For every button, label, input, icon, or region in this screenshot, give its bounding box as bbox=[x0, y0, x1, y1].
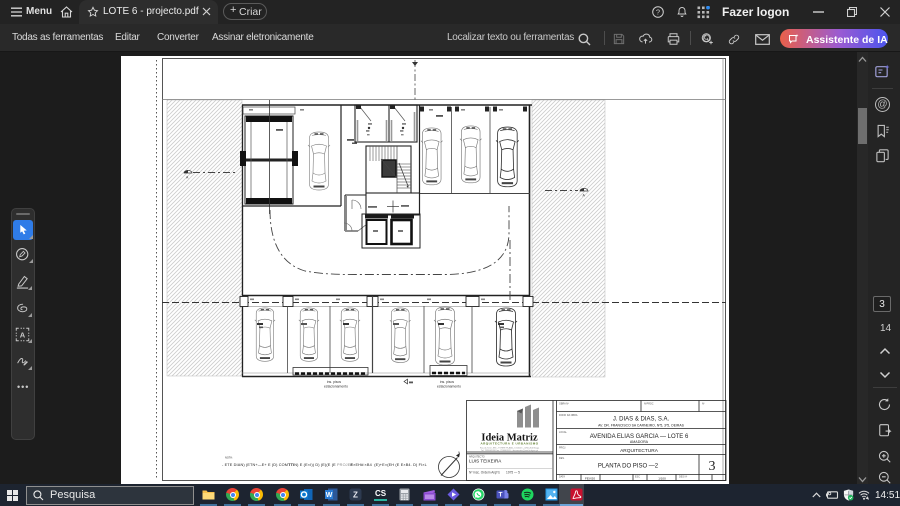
svg-text:?: ? bbox=[656, 8, 660, 17]
svg-text:A: A bbox=[20, 330, 26, 339]
svg-text:DES.: DES. bbox=[559, 457, 565, 460]
svg-text:- ETE DIAN) (ETN+—E+ E (D) COM: - ETE DIAN) (ETN+—E+ E (D) COMTTIN) E (E… bbox=[222, 463, 427, 467]
svg-text:N: N bbox=[458, 451, 460, 455]
svg-text:J. DIAS & DIAS, S.A.: J. DIAS & DIAS, S.A. bbox=[613, 417, 670, 423]
svg-text:ARQUITECTURA E URBANISMO: ARQUITECTURA E URBANISMO bbox=[480, 442, 538, 446]
svg-text:T: T bbox=[499, 492, 503, 499]
svg-text:AMADORA: AMADORA bbox=[630, 440, 649, 444]
svg-text:Z: Z bbox=[353, 491, 358, 500]
svg-text:LUIS TEIXEIRA: LUIS TEIXEIRA bbox=[469, 459, 502, 464]
svg-text:estacionamento: estacionamento bbox=[324, 385, 348, 389]
svg-text:ins. pisos: ins. pisos bbox=[327, 380, 341, 384]
svg-text:ARQUITECTURA: ARQUITECTURA bbox=[620, 448, 659, 454]
svg-text:PLANTA DO PISO —2: PLANTA DO PISO —2 bbox=[598, 464, 659, 470]
svg-text:DONO DA OBRA: DONO DA OBRA bbox=[559, 414, 578, 417]
svg-text:NºPROC: NºPROC bbox=[644, 402, 654, 406]
svg-text:DATA: DATA bbox=[559, 476, 565, 479]
svg-text:1/100: 1/100 bbox=[658, 477, 666, 481]
svg-text:ins. pisos: ins. pisos bbox=[440, 380, 454, 384]
svg-text:FEV/20: FEV/20 bbox=[585, 477, 595, 481]
svg-text:DES Nº: DES Nº bbox=[679, 475, 687, 479]
svg-text:OBRA Nº: OBRA Nº bbox=[559, 402, 569, 406]
svg-text:NOTA:: NOTA: bbox=[225, 456, 233, 460]
svg-text:ESC: ESC bbox=[635, 476, 640, 479]
svg-text:W: W bbox=[326, 492, 333, 499]
svg-text:Nº: Nº bbox=[702, 402, 705, 406]
svg-text:PROJ.: PROJ. bbox=[559, 447, 566, 450]
svg-text:AV. DR. FRANCISCO SA CARNEIRO,: AV. DR. FRANCISCO SA CARNEIRO, Nº5, 3º5,… bbox=[598, 424, 684, 428]
svg-text:Tel. 253600530 Fax. 253600531: Tel. 253600530 Fax. 253600531 - ideiamat… bbox=[481, 449, 539, 452]
svg-text:estacionamento: estacionamento bbox=[437, 385, 461, 389]
svg-text:3: 3 bbox=[709, 459, 716, 474]
svg-text:LOCAL: LOCAL bbox=[559, 431, 568, 434]
svg-text:Nº insc. Ordem Arqtºs 19: Nº insc. Ordem Arqtºs 1975 — 5 bbox=[469, 471, 520, 475]
